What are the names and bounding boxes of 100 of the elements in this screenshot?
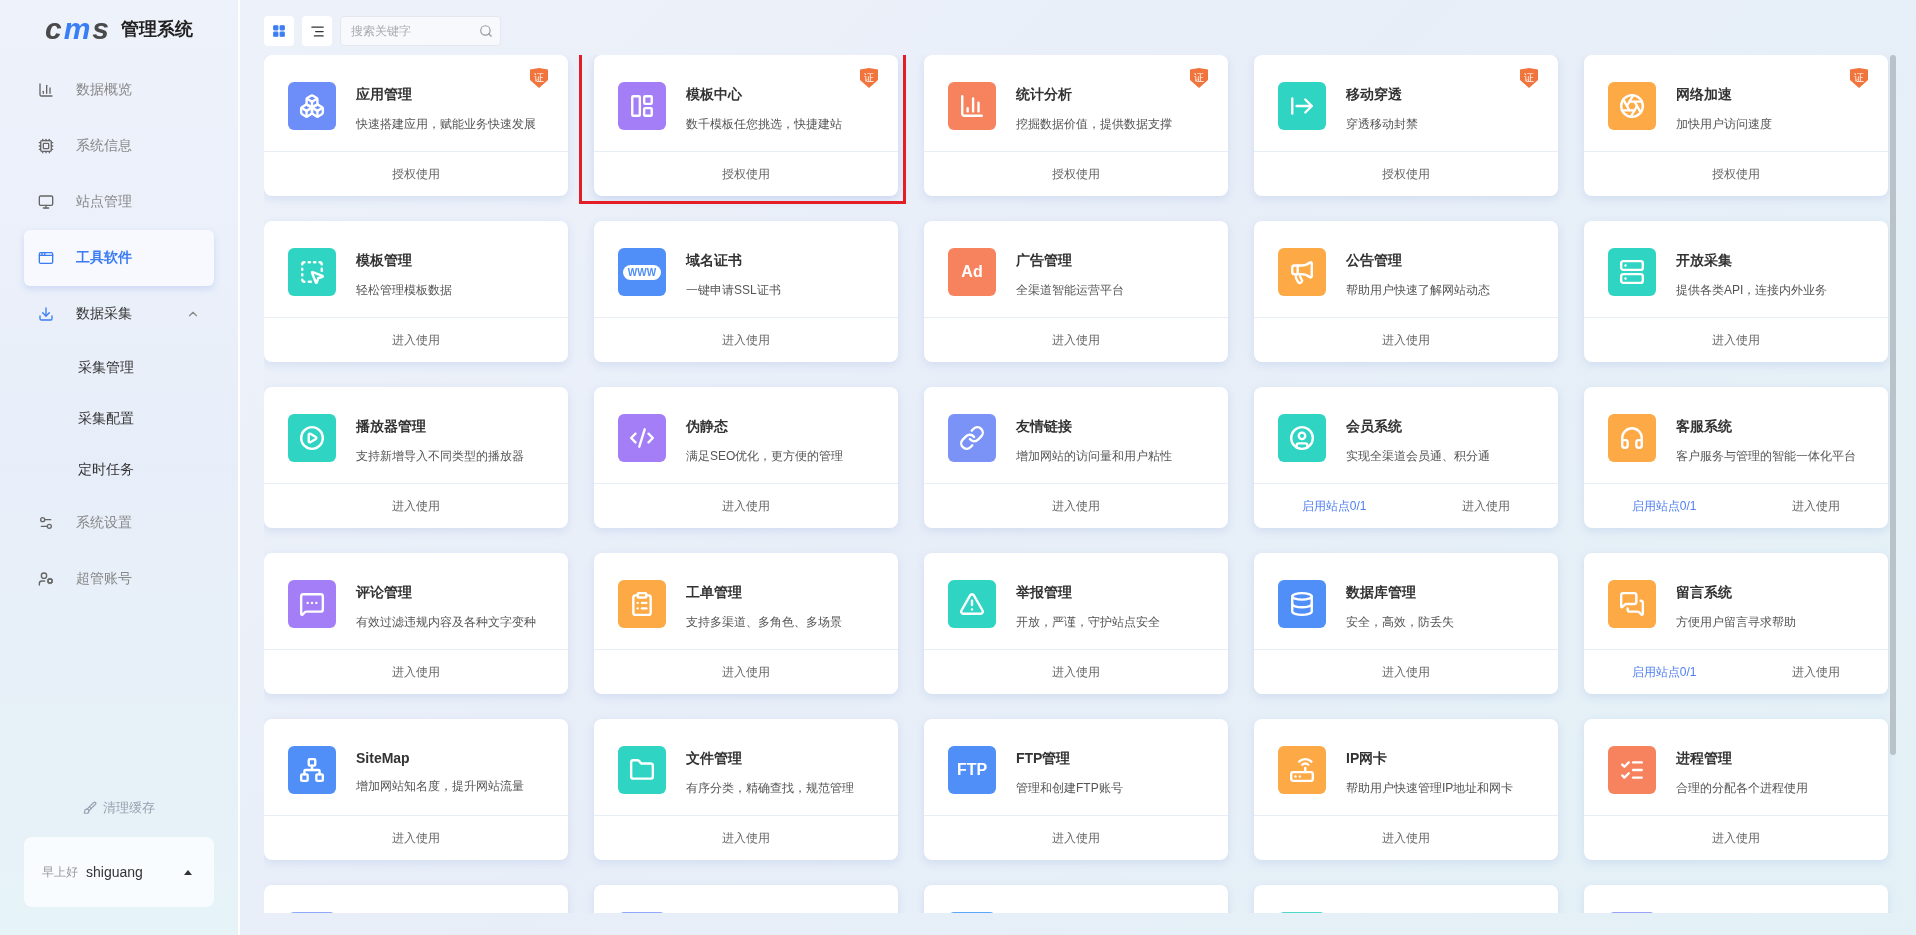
use-button[interactable]: 授权使用 — [716, 161, 776, 187]
card-description: 方便用户留言寻求帮助 — [1676, 614, 1796, 631]
www-icon: WWW — [618, 248, 666, 296]
menu-item[interactable]: 站点管理 — [24, 174, 214, 230]
sites-link[interactable]: 启用站点0/1 — [1625, 493, 1703, 519]
card-description: 提供各类API，连接内外业务 — [1676, 282, 1828, 299]
certified-badge: 证 — [860, 68, 878, 88]
menu-item[interactable]: 系统信息 — [24, 118, 214, 174]
ad-icon: Ad — [948, 248, 996, 296]
search-field[interactable]: 搜索关键字 — [340, 16, 501, 46]
use-button[interactable]: 进入使用 — [1046, 659, 1106, 685]
card-title: 评论管理 — [356, 584, 413, 602]
card-title: IP网卡 — [1346, 750, 1389, 768]
card-title: 友情链接 — [1016, 418, 1073, 436]
clear-cache-label: 清理缓存 — [103, 799, 155, 817]
submenu-item[interactable]: 采集管理 — [24, 342, 214, 393]
card-title: 工单管理 — [686, 584, 743, 602]
card-description: 支持新增导入不同类型的播放器 — [356, 448, 524, 465]
card-title: 伪静态 — [686, 418, 729, 436]
card-title: 公告管理 — [1346, 252, 1403, 270]
card-description: 帮助用户快速了解网站动态 — [1346, 282, 1490, 299]
use-button[interactable]: 进入使用 — [1456, 493, 1517, 519]
card-description: 客户服务与管理的智能一体化平台 — [1676, 448, 1856, 465]
card-description: 满足SEO优化，更方便的管理 — [686, 448, 844, 465]
use-button[interactable]: 授权使用 — [1706, 161, 1766, 187]
card-title: 播放器管理 — [356, 418, 427, 436]
ftp-icon: FTP — [948, 746, 996, 794]
greeting: 早上好 — [42, 863, 78, 881]
use-button[interactable]: 进入使用 — [1786, 659, 1847, 685]
use-button[interactable]: 进入使用 — [716, 327, 776, 353]
grid-icon — [272, 24, 286, 38]
use-button[interactable]: 进入使用 — [1706, 825, 1766, 851]
card-title: 客服系统 — [1676, 418, 1733, 436]
use-button[interactable]: 进入使用 — [386, 659, 446, 685]
card-title: 移动穿透 — [1346, 86, 1403, 104]
card-title: 模板中心 — [686, 86, 743, 104]
card-description: 数千模板任您挑选，快捷建站 — [686, 116, 842, 133]
card-description: 有序分类，精确查找，规范管理 — [686, 780, 854, 797]
logo-wordmark: cms — [44, 14, 112, 44]
submenu-item[interactable]: 采集配置 — [24, 393, 214, 444]
sites-link[interactable]: 启用站点0/1 — [1295, 493, 1373, 519]
bar-chart-icon — [38, 82, 54, 98]
card-description: 增加网站的访问量和用户粘性 — [1016, 448, 1172, 465]
card-description: 实现全渠道会员通、积分通 — [1346, 448, 1490, 465]
card-title: 域名证书 — [686, 252, 743, 270]
use-button[interactable]: 进入使用 — [1376, 825, 1436, 851]
card-description: 支持多渠道、多角色、多场景 — [686, 614, 842, 631]
caret-icon — [184, 869, 192, 875]
card-title: 文件管理 — [686, 750, 743, 768]
chip-icon — [38, 138, 54, 154]
card-description: 轻松管理模板数据 — [356, 282, 452, 299]
sites-link[interactable]: 启用站点0/1 — [1625, 659, 1703, 685]
use-button[interactable]: 进入使用 — [1046, 825, 1106, 851]
menu-item[interactable]: 数据采集 — [24, 286, 214, 342]
card-description: 帮助用户快速管理IP地址和网卡 — [1346, 780, 1514, 797]
menu-item[interactable]: 工具软件 — [24, 230, 214, 286]
menu-item[interactable]: 数据概览 — [24, 62, 214, 118]
scrollbar[interactable] — [1890, 55, 1896, 755]
submenu-item[interactable]: 定时任务 — [24, 444, 214, 495]
card-title: 应用管理 — [356, 86, 413, 104]
use-button[interactable]: 进入使用 — [716, 493, 776, 519]
use-button[interactable]: 授权使用 — [1376, 161, 1436, 187]
card-description: 快速搭建应用，赋能业务快速发展 — [356, 116, 536, 133]
use-button[interactable]: 进入使用 — [1046, 493, 1106, 519]
menu-item[interactable]: 系统设置 — [24, 495, 214, 551]
use-button[interactable]: 进入使用 — [386, 825, 446, 851]
card-description: 增加网站知名度，提升网站流量 — [356, 778, 524, 795]
certified-badge: 证 — [1190, 68, 1208, 88]
download-icon — [38, 306, 54, 322]
use-button[interactable]: 进入使用 — [386, 327, 446, 353]
card-title: 留言系统 — [1676, 584, 1733, 602]
use-button[interactable]: 进入使用 — [386, 493, 446, 519]
use-button[interactable]: 进入使用 — [1786, 493, 1847, 519]
list-icon — [309, 23, 325, 39]
use-button[interactable]: 进入使用 — [1706, 327, 1766, 353]
card-description: 管理和创建FTP账号 — [1016, 780, 1123, 797]
certified-badge: 证 — [1520, 68, 1538, 88]
app-title: 管理系统 — [121, 18, 194, 41]
card-description: 一键申请SSL证书 — [686, 282, 781, 299]
use-button[interactable]: 进入使用 — [1376, 327, 1436, 353]
use-button[interactable]: 进入使用 — [716, 659, 776, 685]
monitor-icon — [38, 194, 54, 210]
grid-view-button[interactable] — [264, 16, 294, 46]
menu-item[interactable]: 超管账号 — [24, 551, 214, 607]
use-button[interactable]: 授权使用 — [386, 161, 446, 187]
card-title: 进程管理 — [1676, 750, 1733, 768]
card-title: 会员系统 — [1346, 418, 1403, 436]
use-button[interactable]: 进入使用 — [1376, 659, 1436, 685]
card-title: 统计分析 — [1016, 86, 1073, 104]
search-icon — [479, 24, 493, 38]
use-button[interactable]: 进入使用 — [716, 825, 776, 851]
certified-badge: 证 — [530, 68, 548, 88]
list-view-button[interactable] — [302, 16, 332, 46]
card-title: 数据库管理 — [1346, 584, 1417, 602]
certified-badge: 证 — [1850, 68, 1868, 88]
user-card[interactable]: 早上好 shiguang — [24, 837, 214, 907]
use-button[interactable]: 授权使用 — [1046, 161, 1106, 187]
use-button[interactable]: 进入使用 — [1046, 327, 1106, 353]
card-title: 网络加速 — [1676, 86, 1733, 104]
card-description: 安全，高效，防丢失 — [1346, 614, 1454, 631]
